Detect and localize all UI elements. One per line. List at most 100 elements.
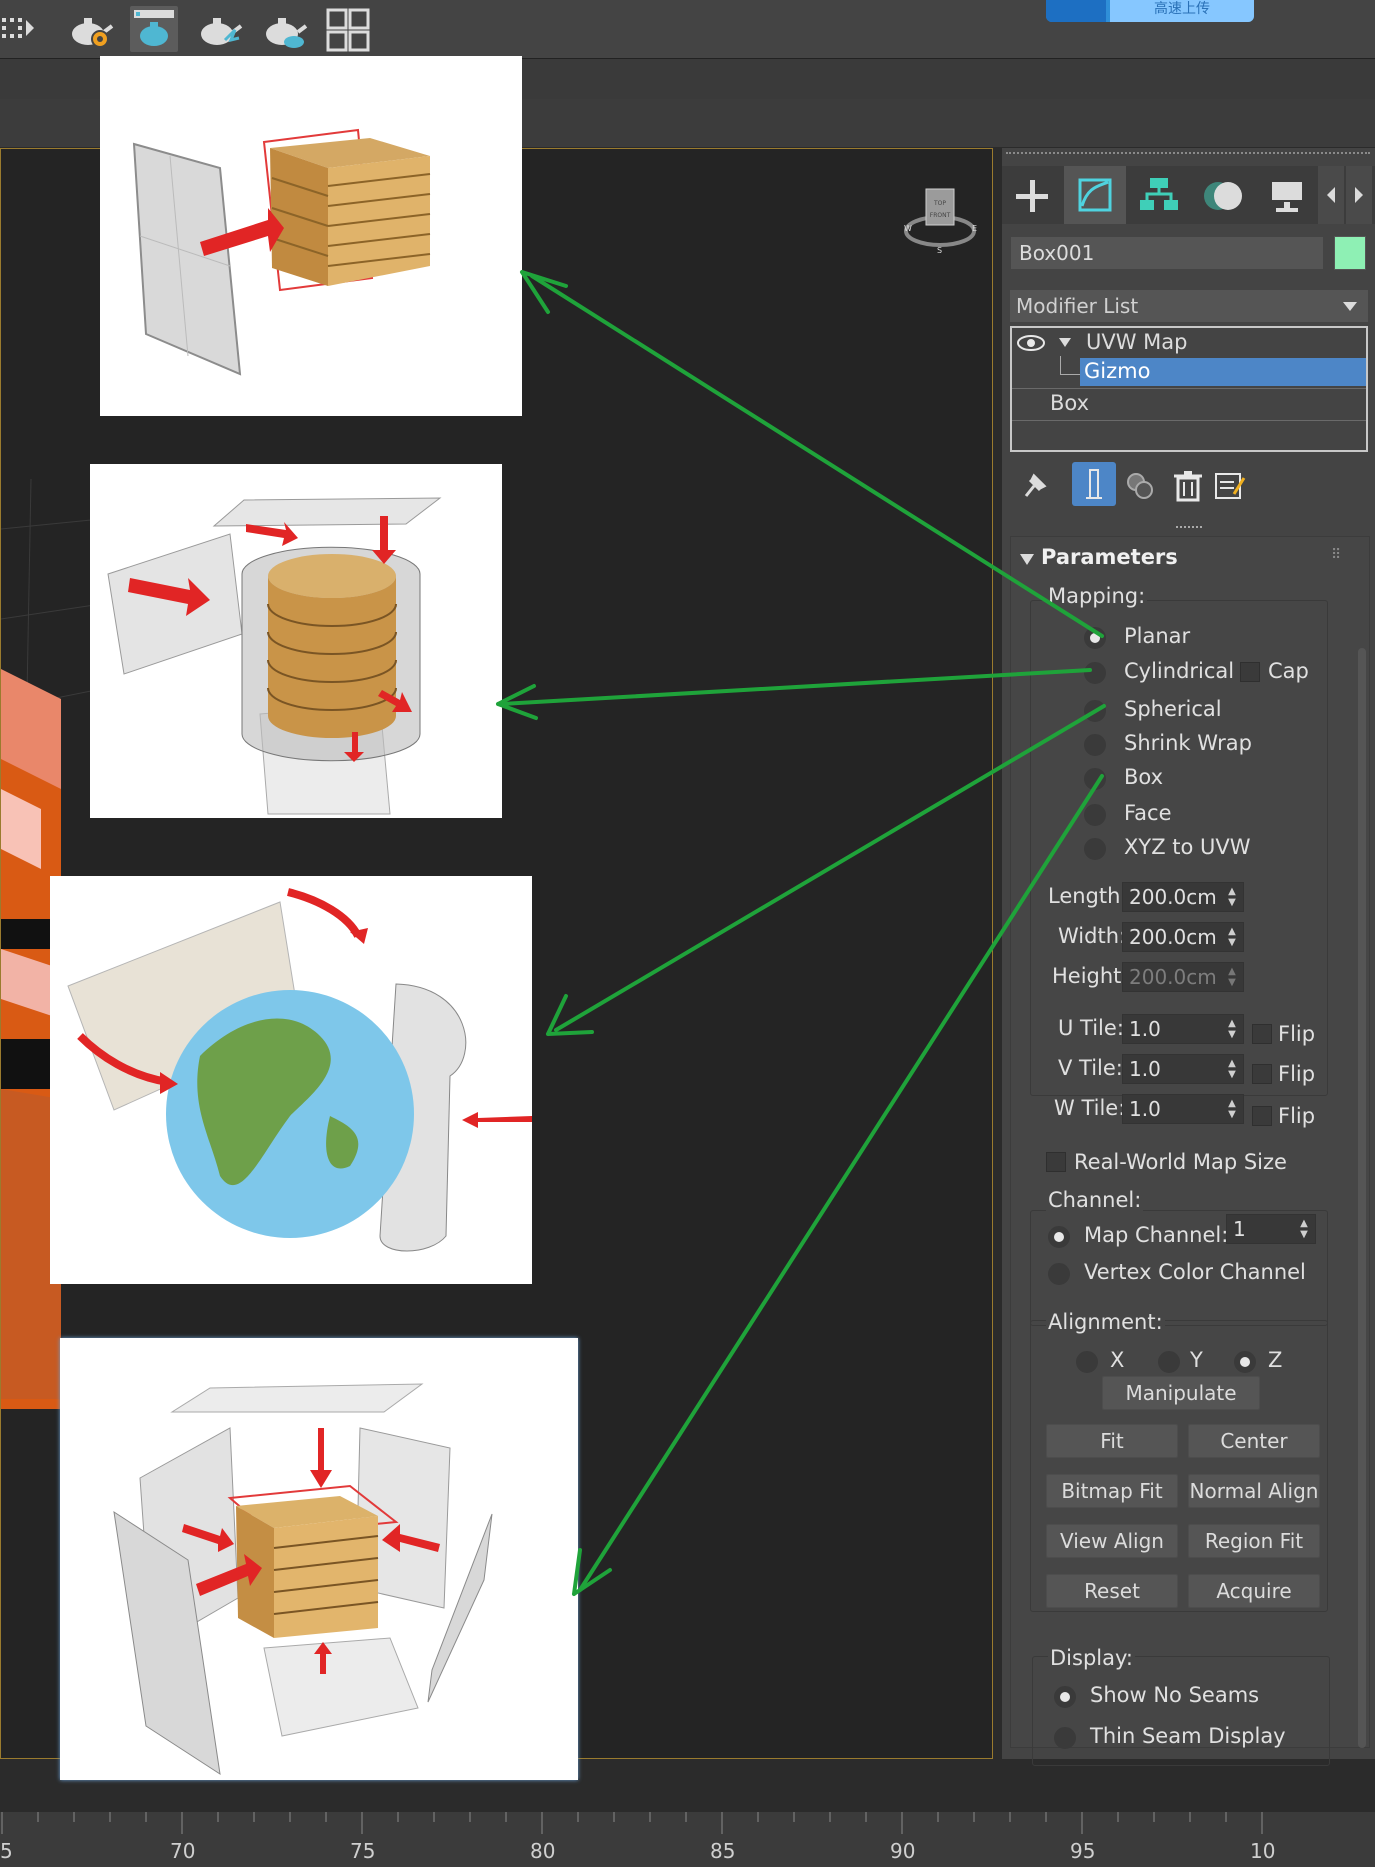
expand-triangle-icon[interactable] xyxy=(1058,337,1072,349)
make-unique-icon[interactable] xyxy=(1124,470,1158,502)
create-tab-icon[interactable] xyxy=(1002,166,1062,224)
thin-seam-display-radio[interactable] xyxy=(1054,1727,1076,1749)
real-world-map-size-label: Real-World Map Size xyxy=(1074,1150,1287,1174)
parameters-rollout-header[interactable]: Parameters ⠿ xyxy=(1011,543,1367,577)
render-activeshade-icon[interactable] xyxy=(260,6,308,52)
u-tile-value: 1.0 xyxy=(1129,1017,1161,1041)
w-tile-spinner[interactable]: 1.0 ▲ ▼ xyxy=(1122,1094,1244,1124)
pin-stack-icon[interactable] xyxy=(1020,472,1048,500)
spinner-arrows-icon[interactable]: ▲ ▼ xyxy=(1225,1018,1239,1040)
cloud-upload-button[interactable]: 高速上传 xyxy=(1046,0,1254,22)
object-color-swatch[interactable] xyxy=(1334,236,1366,270)
mapping-radio-xyz-to-uvw[interactable] xyxy=(1084,838,1106,860)
rollout-drag-handle[interactable] xyxy=(1176,526,1202,532)
fit-button[interactable]: Fit xyxy=(1046,1424,1178,1458)
modify-tab-icon[interactable] xyxy=(1064,166,1126,224)
configure-modifier-sets-icon[interactable] xyxy=(1214,470,1246,502)
viewcube-top-label: TOP xyxy=(933,200,946,207)
mapping-radio-spherical[interactable] xyxy=(1084,700,1106,722)
object-name-field[interactable]: Box001 xyxy=(1010,236,1324,270)
show-no-seams-radio[interactable] xyxy=(1054,1686,1076,1708)
show-no-seams-label: Show No Seams xyxy=(1090,1683,1260,1707)
align-z-radio[interactable] xyxy=(1234,1351,1256,1373)
planar-mapping-illustration xyxy=(100,56,522,416)
tabs-scroll-left[interactable] xyxy=(1318,166,1344,224)
acquire-button[interactable]: Acquire xyxy=(1188,1574,1320,1608)
normal-align-button[interactable]: Normal Align xyxy=(1188,1474,1320,1508)
manipulate-button[interactable]: Manipulate xyxy=(1102,1376,1260,1410)
w-tile-label: W Tile: xyxy=(1054,1096,1126,1120)
spinner-arrows-icon[interactable]: ▲ ▼ xyxy=(1225,886,1239,908)
length-label: Length: xyxy=(1048,884,1128,908)
dotted-selection-icon[interactable] xyxy=(0,6,40,52)
stack-item-uvw-map[interactable]: UVW Map xyxy=(1012,328,1366,358)
mapping-option-cylindrical: Cylindrical xyxy=(1124,659,1235,683)
show-end-result-button[interactable] xyxy=(1072,462,1116,506)
v-tile-spinner[interactable]: 1.0 ▲ ▼ xyxy=(1122,1054,1244,1084)
map-channel-radio[interactable] xyxy=(1048,1226,1070,1248)
cap-checkbox[interactable] xyxy=(1240,662,1260,682)
grid-layout-icon[interactable] xyxy=(324,6,372,52)
bitmap-fit-button[interactable]: Bitmap Fit xyxy=(1046,1474,1178,1508)
w-flip-checkbox[interactable] xyxy=(1252,1106,1272,1126)
map-channel-spinner[interactable]: 1 ▲ ▼ xyxy=(1226,1214,1316,1244)
display-group xyxy=(1032,1656,1330,1766)
mapping-option-xyz-to-uvw: XYZ to UVW xyxy=(1124,835,1251,859)
render-setup-icon[interactable] xyxy=(66,6,114,52)
stack-item-gizmo[interactable]: Gizmo xyxy=(1080,358,1366,386)
modifier-list-dropdown[interactable]: Modifier List xyxy=(1010,290,1368,322)
length-spinner[interactable]: 200.0cm ▲ ▼ xyxy=(1122,882,1244,912)
eye-icon[interactable] xyxy=(1016,333,1046,353)
u-tile-label: U Tile: xyxy=(1058,1016,1124,1040)
rollout-grip-icon[interactable]: ⠿ xyxy=(1331,547,1341,563)
mapping-radio-face[interactable] xyxy=(1084,804,1106,826)
spinner-arrows-icon[interactable]: ▲ ▼ xyxy=(1225,1058,1239,1080)
align-x-radio[interactable] xyxy=(1076,1351,1098,1373)
mapping-radio-planar[interactable] xyxy=(1084,627,1106,649)
stack-divider xyxy=(1012,388,1366,389)
render-production-icon[interactable] xyxy=(195,6,243,52)
reset-button[interactable]: Reset xyxy=(1046,1574,1178,1608)
tree-connector xyxy=(1060,356,1081,375)
hierarchy-tab-icon[interactable] xyxy=(1128,166,1190,224)
mapping-radio-box[interactable] xyxy=(1084,768,1106,790)
center-button[interactable]: Center xyxy=(1188,1424,1320,1458)
spinner-arrows-icon[interactable]: ▲ ▼ xyxy=(1225,926,1239,948)
v-tile-value: 1.0 xyxy=(1129,1057,1161,1081)
viewcube[interactable]: TOP FRONT W E S xyxy=(896,179,986,259)
v-flip-label: Flip xyxy=(1278,1062,1316,1086)
vertex-color-channel-radio[interactable] xyxy=(1048,1263,1070,1285)
stack-toolbar xyxy=(1010,462,1368,508)
trash-icon[interactable] xyxy=(1172,468,1204,502)
thin-seam-display-label: Thin Seam Display xyxy=(1090,1724,1286,1748)
align-y-radio[interactable] xyxy=(1158,1351,1180,1373)
mapping-radio-shrink-wrap[interactable] xyxy=(1084,734,1106,756)
u-flip-checkbox[interactable] xyxy=(1252,1024,1272,1044)
main-toolbar: 高速上传 xyxy=(0,0,1375,59)
panel-drag-handle[interactable] xyxy=(1006,152,1370,160)
spinner-arrows-icon[interactable]: ▲ ▼ xyxy=(1225,1098,1239,1120)
spinner-arrows-icon[interactable]: ▲ ▼ xyxy=(1225,966,1239,988)
timeline-tick-label: 80 xyxy=(530,1839,555,1863)
real-world-map-size-checkbox[interactable] xyxy=(1046,1152,1066,1172)
view-align-button[interactable]: View Align xyxy=(1046,1524,1178,1558)
region-fit-button[interactable]: Region Fit xyxy=(1188,1524,1320,1558)
length-value: 200.0cm xyxy=(1129,885,1217,909)
show-end-result-icon xyxy=(1086,469,1102,499)
mapping-radio-cylindrical[interactable] xyxy=(1084,662,1106,684)
spinner-arrows-icon[interactable]: ▲ ▼ xyxy=(1297,1218,1311,1240)
rendered-frame-window-icon[interactable] xyxy=(130,6,178,52)
cap-label: Cap xyxy=(1268,659,1309,683)
height-spinner[interactable]: 200.0cm ▲ ▼ xyxy=(1122,962,1244,992)
display-tab-icon[interactable] xyxy=(1256,166,1318,224)
time-ruler[interactable]: 5 70 75 80 85 90 95 100 xyxy=(0,1812,1275,1867)
command-panel-scrollbar[interactable] xyxy=(1358,648,1366,1748)
timeline-tick-label: 90 xyxy=(890,1839,915,1863)
motion-tab-icon[interactable] xyxy=(1192,166,1254,224)
stack-item-box[interactable]: Box xyxy=(1012,390,1366,418)
tabs-scroll-right[interactable] xyxy=(1346,166,1372,224)
u-tile-spinner[interactable]: 1.0 ▲ ▼ xyxy=(1122,1014,1244,1044)
vertex-color-channel-label: Vertex Color Channel xyxy=(1084,1260,1306,1284)
v-flip-checkbox[interactable] xyxy=(1252,1064,1272,1084)
width-spinner[interactable]: 200.0cm ▲ ▼ xyxy=(1122,922,1244,952)
